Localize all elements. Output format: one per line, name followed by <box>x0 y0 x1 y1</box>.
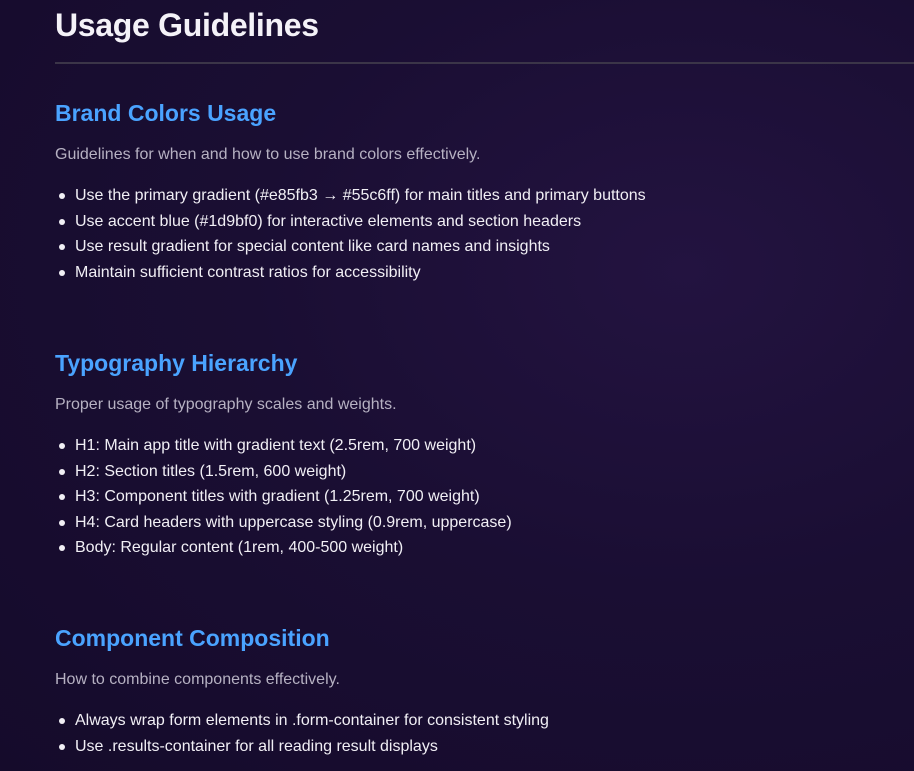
section-typography-hierarchy: Typography Hierarchy Proper usage of typ… <box>55 349 914 561</box>
bullet-icon <box>59 193 65 199</box>
list-item-text: Always wrap form elements in .form-conta… <box>75 712 549 729</box>
bullet-list: H1: Main app title with gradient text (2… <box>55 433 914 561</box>
list-item-text: H4: Card headers with uppercase styling … <box>75 513 512 531</box>
list-item: Use accent blue (#1d9bf0) for interactiv… <box>55 209 914 235</box>
list-item-text: H1: Main app title with gradient text (2… <box>75 437 477 454</box>
bullet-icon <box>59 718 65 724</box>
bullet-list: Always wrap form elements in .form-conta… <box>55 708 914 759</box>
section-heading: Brand Colors Usage <box>55 100 277 126</box>
list-item: Body: Regular content (1rem, 400-500 wei… <box>55 535 914 561</box>
bullet-icon <box>59 494 65 500</box>
list-item: Always wrap form elements in .form-conta… <box>55 708 914 734</box>
list-item-text: Body: Regular content (1rem, 400-500 wei… <box>75 539 404 556</box>
list-item-text: Maintain sufficient contrast ratios for … <box>75 263 421 281</box>
list-item: Maintain sufficient contrast ratios for … <box>55 260 914 286</box>
section-heading: Typography Hierarchy <box>55 350 298 376</box>
title-divider <box>55 62 914 64</box>
usage-guidelines-page: Usage Guidelines Brand Colors Usage Guid… <box>55 0 914 755</box>
list-item: Use result gradient for special content … <box>55 234 914 260</box>
list-item-text: Use the primary gradient (#e85fb3 → #55c… <box>75 187 646 204</box>
list-item: H4: Card headers with uppercase styling … <box>55 510 914 536</box>
list-item: Use the primary gradient (#e85fb3 → #55c… <box>55 183 914 209</box>
section-component-composition: Component Composition How to combine com… <box>55 624 914 759</box>
section-heading: Component Composition <box>55 625 330 651</box>
list-item: H1: Main app title with gradient text (2… <box>55 433 914 459</box>
list-item: H2: Section titles (1.5rem, 600 weight) <box>55 459 914 485</box>
section-description: Guidelines for when and how to use brand… <box>55 146 481 163</box>
list-item-text: Use .results-container for all reading r… <box>75 737 438 755</box>
page-title: Usage Guidelines <box>55 7 319 43</box>
list-item: H3: Component titles with gradient (1.25… <box>55 484 914 510</box>
bullet-icon <box>59 743 65 750</box>
section-brand-colors-usage: Brand Colors Usage Guidelines for when a… <box>55 99 914 285</box>
list-item-text: Use accent blue (#1d9bf0) for interactiv… <box>75 212 582 230</box>
bullet-icon <box>59 443 65 449</box>
section-description: Proper usage of typography scales and we… <box>55 396 397 413</box>
bullet-icon <box>59 519 65 526</box>
list-item-text: Use result gradient for special content … <box>75 238 550 255</box>
bullet-icon <box>59 269 65 276</box>
bullet-icon <box>59 545 65 551</box>
list-item-text: H3: Component titles with gradient (1.25… <box>75 488 480 505</box>
list-item: Use .results-container for all reading r… <box>55 734 914 760</box>
bullet-icon <box>59 244 65 250</box>
list-item-text: H2: Section titles (1.5rem, 600 weight) <box>75 462 347 480</box>
bullet-icon <box>59 218 65 225</box>
bullet-icon <box>59 468 65 475</box>
bullet-list: Use the primary gradient (#e85fb3 → #55c… <box>55 183 914 285</box>
section-description: How to combine components effectively. <box>55 671 340 688</box>
